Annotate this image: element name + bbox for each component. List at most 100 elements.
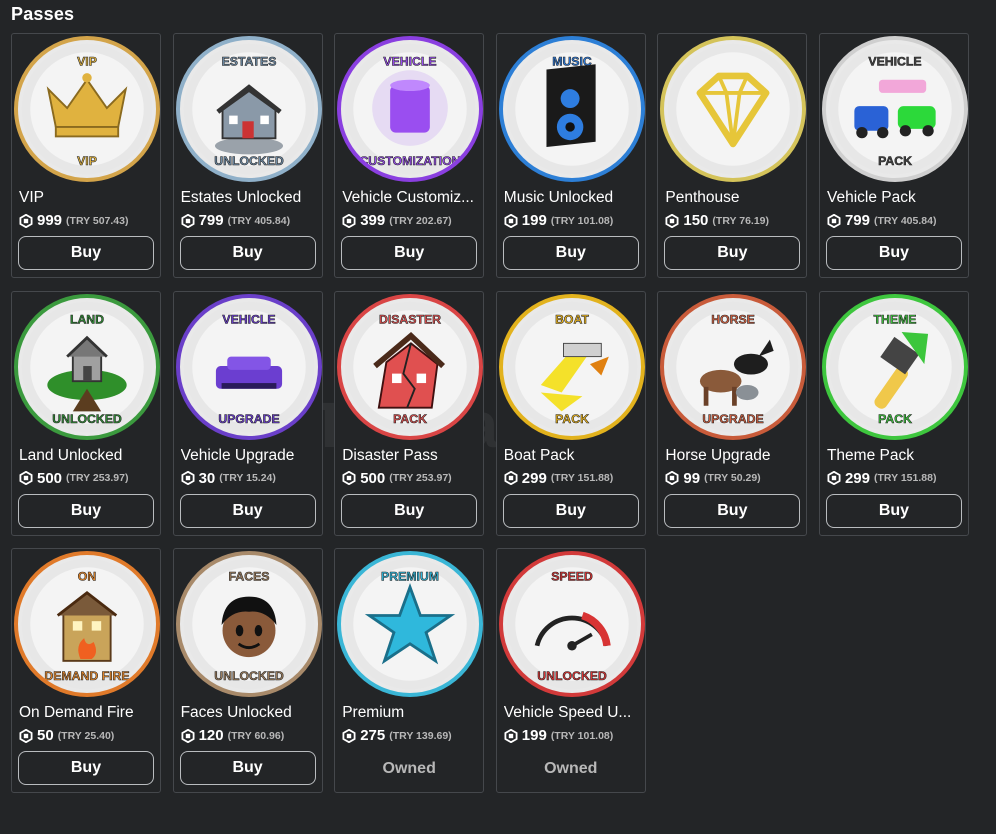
robux-icon (19, 471, 33, 486)
pass-card[interactable]: FACES UNLOCKED Faces Unlocked 120 (TRY 6… (172, 548, 323, 794)
pass-card[interactable]: PREMIUM Premium 275 (TRY 139.69) Owned (334, 548, 485, 794)
buy-button[interactable]: Buy (179, 751, 316, 786)
pass-card[interactable]: Penthouse 150 (TRY 76.19) Buy (657, 33, 808, 278)
pass-card[interactable]: MUSIC Music Unlocked 199 (TRY 101.08) Buy (495, 33, 646, 278)
price-try: (TRY 139.69) (389, 729, 452, 742)
pass-price: 99 (TRY 50.29) (665, 470, 761, 487)
pass-card[interactable]: LAND UNLOCKED Land Unlocked 500 (TRY 253… (11, 290, 161, 536)
pass-name[interactable]: Disaster Pass (342, 447, 480, 465)
pass-name[interactable]: VIP (19, 189, 157, 207)
pass-name[interactable]: Faces Unlocked (181, 704, 319, 722)
pass-price: 50 (TRY 25.40) (19, 727, 114, 744)
pass-name[interactable]: Estates Unlocked (181, 189, 319, 207)
pass-name[interactable]: Boat Pack (504, 447, 642, 465)
pass-name[interactable]: Vehicle Customiz... (342, 189, 480, 207)
pass-thumbnail[interactable]: PREMIUM (337, 551, 484, 698)
price-value: 120 (198, 727, 224, 745)
speedometer-icon: SPEED UNLOCKED (506, 558, 638, 690)
pass-price: 30 (TRY 15.24) (181, 470, 276, 487)
buy-button[interactable]: Buy (179, 493, 316, 528)
owned-label: Owned (544, 760, 598, 778)
buy-button[interactable]: Buy (664, 493, 801, 528)
price-value: 999 (37, 212, 63, 229)
pass-card[interactable]: VEHICLE PACK Vehicle Pack 799 (TRY 405.8… (818, 33, 969, 278)
banner-top-text: VEHICLE (868, 55, 921, 69)
robux-icon (19, 213, 33, 228)
buy-button[interactable]: Buy (18, 493, 154, 528)
pass-card[interactable]: DISASTER PACK Disaster Pass 500 (TRY 253… (334, 290, 485, 536)
broken-house-icon: DISASTER PACK (344, 301, 476, 432)
pass-thumbnail[interactable]: VEHICLE PACK (821, 36, 968, 182)
pass-price: 275 (TRY 139.69) (342, 727, 452, 744)
pass-thumbnail[interactable]: BOAT PACK (498, 293, 645, 440)
pass-name[interactable]: Vehicle Pack (827, 189, 965, 207)
pass-thumbnail[interactable]: HORSE UPGRADE (660, 293, 807, 440)
pass-name[interactable]: Vehicle Speed U... (504, 704, 642, 722)
buy-button[interactable]: Buy (18, 236, 154, 270)
pass-thumbnail[interactable]: VEHICLE CUSTOMIZATION (337, 36, 484, 182)
banner-bottom-text: PACK (878, 411, 912, 425)
buy-button[interactable]: Buy (18, 751, 154, 786)
pass-thumbnail[interactable] (660, 36, 807, 182)
pass-card[interactable]: HORSE UPGRADE Horse Upgrade 99 (TRY 50.2… (657, 290, 808, 536)
pass-card[interactable]: BOAT PACK Boat Pack 299 (TRY 151.88) Buy (495, 290, 646, 536)
paintbrush-icon: THEME PACK (829, 301, 961, 432)
pass-thumbnail[interactable]: SPEED UNLOCKED (498, 551, 645, 698)
pass-name[interactable]: Horse Upgrade (665, 447, 803, 465)
price-value: 799 (198, 212, 224, 229)
pass-thumbnail[interactable]: ESTATES UNLOCKED (175, 36, 322, 182)
robux-icon (504, 471, 518, 486)
pass-name[interactable]: Land Unlocked (19, 447, 157, 465)
banner-top-text: PREMIUM (381, 570, 439, 584)
horse-icon: HORSE UPGRADE (668, 301, 799, 432)
buy-button[interactable]: Buy (502, 236, 639, 270)
banner-top-text: THEME (874, 312, 917, 326)
pass-name[interactable]: Penthouse (665, 189, 803, 207)
speaker-icon: MUSIC (506, 43, 638, 175)
passes-grid: VIP VIP VIP 999 (TRY 507.43) Buy ESTATES … (11, 33, 969, 794)
pass-thumbnail[interactable]: FACES UNLOCKED (175, 551, 322, 698)
pass-thumbnail[interactable]: THEME PACK (821, 293, 968, 440)
banner-bottom-text: CUSTOMIZATION (360, 154, 461, 168)
pass-name[interactable]: Vehicle Upgrade (181, 447, 319, 465)
price-try: (TRY 151.88) (874, 472, 937, 485)
robux-icon (19, 728, 33, 743)
pass-thumbnail[interactable]: DISASTER PACK (337, 293, 484, 440)
pass-name[interactable]: Music Unlocked (504, 189, 642, 207)
buy-button[interactable]: Buy (502, 493, 639, 528)
pass-thumbnail[interactable]: LAND UNLOCKED (14, 293, 160, 440)
price-value: 199 (521, 212, 547, 229)
crown-icon: VIP VIP (21, 43, 153, 175)
buy-button[interactable]: Buy (341, 493, 478, 528)
pass-card[interactable]: SPEED UNLOCKED Vehicle Speed U... 199 (T… (495, 548, 646, 794)
buy-button[interactable]: Buy (664, 236, 801, 270)
banner-bottom-text: PACK (393, 411, 427, 425)
pass-card[interactable]: VEHICLE CUSTOMIZATION Vehicle Customiz..… (334, 33, 485, 278)
buy-button[interactable]: Buy (825, 236, 962, 270)
pass-thumbnail[interactable]: VIP VIP (14, 36, 160, 182)
banner-bottom-text: UNLOCKED (52, 411, 122, 425)
banner-top-text: LAND (70, 312, 104, 326)
pass-thumbnail[interactable]: VEHICLE UPGRADE (175, 293, 322, 440)
robux-icon (504, 213, 518, 228)
pass-name[interactable]: On Demand Fire (19, 704, 157, 722)
pass-card[interactable]: VEHICLE UPGRADE Vehicle Upgrade 30 (TRY … (172, 290, 323, 536)
pass-price: 299 (TRY 151.88) (504, 470, 613, 487)
pass-thumbnail[interactable]: ON DEMAND FIRE (14, 551, 160, 698)
pass-card[interactable]: ON DEMAND FIRE On Demand Fire 50 (TRY 25… (11, 548, 161, 794)
pass-card[interactable]: ESTATES UNLOCKED Estates Unlocked 799 (T… (172, 33, 323, 278)
pass-name[interactable]: Premium (342, 704, 480, 722)
buy-button[interactable]: Buy (179, 236, 316, 270)
buy-button[interactable]: Buy (341, 236, 478, 270)
pass-card[interactable]: VIP VIP VIP 999 (TRY 507.43) Buy (11, 33, 161, 278)
buy-button[interactable]: Buy (825, 493, 962, 528)
pass-thumbnail[interactable]: MUSIC (498, 36, 645, 182)
banner-bottom-text: UPGRADE (703, 411, 764, 425)
pass-card[interactable]: THEME PACK Theme Pack 299 (TRY 151.88) Bu… (818, 290, 969, 536)
pass-price: 120 (TRY 60.96) (181, 727, 284, 745)
price-value: 399 (360, 212, 386, 229)
pass-name[interactable]: Theme Pack (827, 447, 965, 465)
paint-can-icon: VEHICLE CUSTOMIZATION (344, 43, 476, 175)
price-value: 199 (521, 727, 547, 745)
pass-price: 150 (TRY 76.19) (665, 212, 769, 229)
